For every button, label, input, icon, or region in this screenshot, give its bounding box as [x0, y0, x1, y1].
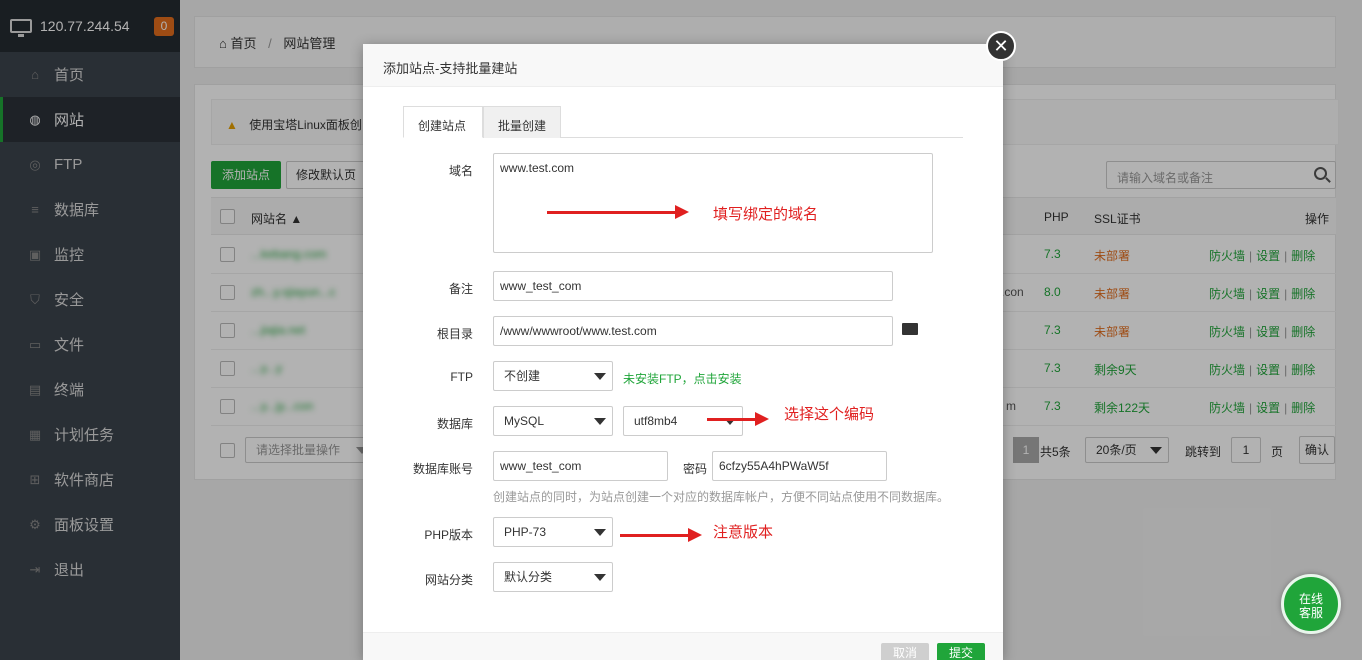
database-value: MySQL [504, 414, 545, 428]
charset-select[interactable]: utf8mb4 [623, 406, 743, 436]
add-site-dialog: 添加站点-支持批量建站 创建站点 批量创建 域名 www.test.com 备注… [363, 44, 1003, 660]
database-label: 数据库 [436, 417, 473, 431]
online-service-button[interactable]: 在线 客服 [1281, 574, 1341, 634]
db-account-label: 数据库账号 [412, 462, 473, 476]
category-label: 网站分类 [424, 573, 473, 587]
close-icon[interactable]: ✕ [986, 31, 1016, 61]
tab-batch-create[interactable]: 批量创建 [483, 106, 561, 138]
database-select[interactable]: MySQL [493, 406, 613, 436]
annotation-charset: 选择这个编码 [784, 406, 875, 423]
category-value: 默认分类 [504, 570, 553, 584]
ftp-value: 不创建 [504, 369, 541, 383]
password-input[interactable]: 6cfzy55A4hPWaW5f [712, 451, 887, 481]
category-select[interactable]: 默认分类 [493, 562, 613, 592]
annotation-arrow [547, 205, 689, 219]
php-version-label: PHP版本 [424, 528, 473, 542]
ftp-select[interactable]: 不创建 [493, 361, 613, 391]
annotation-arrow [707, 412, 769, 426]
annotation-arrow [620, 528, 702, 542]
root-dir-input[interactable]: /www/wwwroot/www.test.com [493, 316, 893, 346]
annotation-php: 注意版本 [713, 524, 774, 541]
ftp-label: FTP [450, 370, 473, 384]
submit-button[interactable]: 提交 [937, 643, 985, 660]
domain-value: www.test.com [500, 161, 575, 175]
install-ftp-link[interactable]: 未安装FTP，点击安装 [623, 370, 742, 387]
chevron-down-icon [594, 574, 606, 581]
charset-value: utf8mb4 [634, 414, 678, 428]
folder-open-icon[interactable] [902, 323, 918, 335]
dialog-title: 添加站点-支持批量建站 [363, 44, 1003, 87]
password-label: 密码 [683, 462, 708, 476]
annotation-domain: 填写绑定的域名 [713, 206, 819, 223]
php-version-value: PHP-73 [504, 525, 547, 539]
cancel-button[interactable]: 取消 [881, 643, 929, 660]
chevron-down-icon [594, 418, 606, 425]
remark-input[interactable]: www_test_com [493, 271, 893, 301]
root-dir-label: 根目录 [436, 327, 473, 341]
db-account-input[interactable]: www_test_com [493, 451, 668, 481]
domain-label: 域名 [448, 164, 473, 178]
chevron-down-icon [594, 529, 606, 536]
remark-label: 备注 [448, 282, 473, 296]
php-version-select[interactable]: PHP-73 [493, 517, 613, 547]
dialog-tabs: 创建站点 批量创建 [403, 106, 963, 138]
chevron-down-icon [594, 373, 606, 380]
tab-create-site[interactable]: 创建站点 [403, 106, 483, 138]
db-hint: 创建站点的同时，为站点创建一个对应的数据库帐户，方便不同站点使用不同数据库。 [493, 490, 950, 504]
dialog-footer: 取消 提交 [363, 632, 1003, 660]
